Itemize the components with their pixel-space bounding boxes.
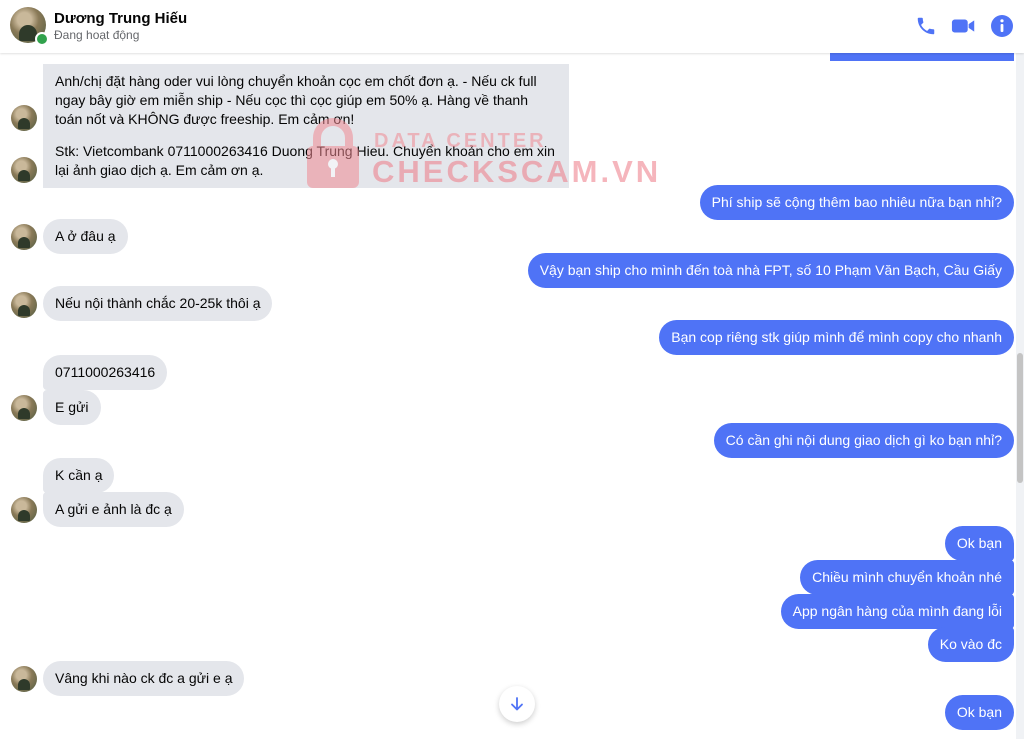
message-bubble[interactable]: Stk: Vietcombank 0711000263416 Duong Tru… <box>43 134 569 188</box>
arrow-down-icon <box>511 697 523 711</box>
online-status-dot <box>35 32 49 46</box>
message-bubble[interactable]: Vậy bạn ship cho mình đến toà nhà FPT, s… <box>527 253 1014 288</box>
contact-mini-avatar <box>11 157 37 183</box>
contact-mini-avatar <box>11 105 37 131</box>
message-bubble[interactable]: Anh/chị đặt hàng oder vui lòng chuyển kh… <box>43 64 569 137</box>
contact-mini-avatar <box>11 292 37 318</box>
message-bubble[interactable]: Chiều mình chuyển khoản nhé <box>800 560 1014 595</box>
info-icon <box>991 15 1013 37</box>
message-bubble[interactable]: Nếu nội thành chắc 20-25k thôi ạ <box>43 286 273 321</box>
message-bubble[interactable]: Phí ship sẽ cộng thêm bao nhiêu nữa bạn … <box>699 185 1014 220</box>
phone-icon <box>917 17 935 35</box>
message-bubble[interactable]: Vâng khi nào ck đc a gửi e ạ <box>43 661 245 696</box>
contact-mini-avatar <box>11 666 37 692</box>
message-bubble[interactable]: A gửi e ảnh là đc ạ <box>43 492 184 527</box>
contact-mini-avatar <box>11 395 37 421</box>
video-call-button[interactable] <box>948 10 980 42</box>
video-icon <box>951 19 975 33</box>
scroll-to-bottom-button[interactable] <box>499 686 535 722</box>
message-bubble[interactable]: Ko vào đc <box>927 627 1014 662</box>
message-bubble[interactable]: 0711000263416 <box>43 355 168 390</box>
info-button[interactable] <box>986 10 1018 42</box>
contact-status: Đang hoạt động <box>54 28 140 42</box>
message-bubble[interactable]: A ở đâu ạ <box>43 219 128 254</box>
call-button[interactable] <box>910 10 942 42</box>
message-bubble[interactable]: Bạn cop riêng stk giúp mình để mình copy… <box>659 320 1014 355</box>
message-bubble[interactable]: E gửi <box>43 390 101 425</box>
message-bubble[interactable]: Ok bạn <box>944 695 1014 730</box>
chat-header: Dương Trung Hiếu Đang hoạt động <box>0 0 1024 53</box>
message-bubble[interactable]: App ngân hàng của mình đang lỗi <box>780 594 1014 629</box>
message-bubble[interactable]: Ok bạn <box>944 526 1014 561</box>
contact-name[interactable]: Dương Trung Hiếu <box>54 10 187 27</box>
header-actions <box>904 10 1018 42</box>
contact-mini-avatar <box>11 224 37 250</box>
scrollbar-thumb[interactable] <box>1017 353 1023 483</box>
message-list[interactable]: Anh/chị đặt hàng oder vui lòng chuyển kh… <box>0 39 1016 739</box>
scrollbar[interactable] <box>1016 53 1024 739</box>
message-bubble[interactable]: K cần ạ <box>43 458 115 493</box>
message-bubble[interactable]: Có cần ghi nội dung giao dịch gì ko bạn … <box>713 423 1014 458</box>
contact-mini-avatar <box>11 497 37 523</box>
